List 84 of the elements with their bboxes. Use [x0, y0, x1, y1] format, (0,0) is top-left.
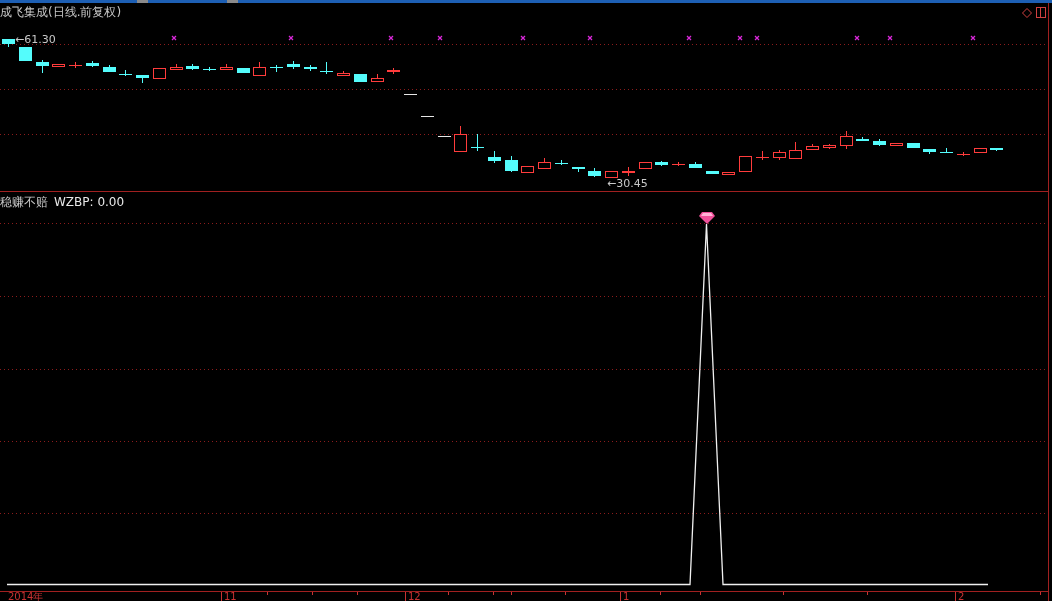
time-axis-label: 2014年: [8, 592, 44, 601]
x-marker-icon: [686, 35, 692, 41]
candlestick: [773, 149, 786, 161]
candlestick: [605, 171, 618, 178]
x-marker-icon: [970, 35, 976, 41]
candlestick: [588, 167, 601, 178]
candlestick: [454, 125, 467, 152]
candlestick: [789, 141, 802, 159]
candlestick: [706, 171, 719, 174]
time-axis-label: 1: [623, 592, 630, 601]
candlestick: [655, 160, 668, 167]
candlestick: [990, 148, 1003, 152]
gem-icon: [699, 212, 715, 224]
candlestick: [354, 74, 367, 82]
high-price-label: ←61.30: [15, 34, 56, 46]
candlestick: [521, 166, 534, 173]
candlestick: [287, 60, 300, 70]
low-price-label: ←30.45: [607, 178, 648, 190]
candlestick: [940, 147, 953, 153]
candlestick: [488, 150, 501, 164]
x-marker-icon: [754, 35, 760, 41]
x-marker-icon: [587, 35, 593, 41]
candlestick: [873, 138, 886, 147]
candlestick: [840, 130, 853, 150]
candlestick: [220, 63, 233, 70]
indicator-name: 稳赚不赔: [0, 195, 48, 209]
candlestick: [371, 73, 384, 82]
candlestick: [856, 136, 869, 141]
candlestick: [270, 64, 283, 73]
candlestick: [86, 60, 99, 68]
candlestick: [437, 136, 452, 137]
candlestick: [337, 70, 350, 76]
candlestick: [186, 63, 199, 71]
candlestick: [403, 94, 418, 95]
candlestick: [923, 149, 936, 155]
candlestick: [957, 151, 970, 157]
candlestick: [622, 166, 635, 177]
time-axis-label: 12: [408, 592, 421, 601]
candlestick: [471, 133, 484, 152]
candlestick: [119, 69, 132, 77]
panel-layout-icon[interactable]: [1036, 7, 1046, 18]
candlestick: [756, 150, 769, 161]
candlestick: [907, 143, 920, 148]
candlestick: [420, 116, 435, 117]
candlestick: [170, 63, 183, 70]
x-marker-icon: [388, 35, 394, 41]
candlestick: [572, 167, 585, 173]
candlestick: [69, 61, 82, 69]
chart-title: 成飞集成(日线.前复权): [0, 5, 122, 19]
candlestick: [505, 155, 518, 173]
candlestick: [387, 67, 400, 75]
candlestick: [689, 161, 702, 168]
candlestick: [52, 64, 65, 67]
candlestick: [555, 159, 568, 166]
candlestick: [237, 68, 250, 73]
candlestick: [136, 75, 149, 84]
candlestick: [153, 68, 166, 79]
candlestick: [823, 143, 836, 150]
candlestick: [304, 64, 317, 72]
candlestick: [806, 143, 819, 150]
candlestick: [890, 143, 903, 146]
candlestick: [974, 148, 987, 153]
candlestick: [672, 161, 685, 167]
candlestick: [722, 172, 735, 175]
candlestick: [739, 156, 752, 172]
candlestick: [203, 66, 216, 72]
candlestick: [253, 61, 266, 76]
candlestick: [538, 157, 551, 169]
x-marker-icon: [288, 35, 294, 41]
candlestick: [639, 162, 652, 169]
candlestick: [2, 39, 15, 48]
candlestick: [19, 47, 32, 61]
x-marker-icon: [887, 35, 893, 41]
x-marker-icon: [737, 35, 743, 41]
candlestick: [103, 64, 116, 72]
x-marker-icon: [171, 35, 177, 41]
indicator-value: WZBP: 0.00: [54, 195, 125, 209]
candlestick: [36, 59, 49, 74]
time-axis-label: 2: [958, 592, 965, 601]
x-marker-icon: [854, 35, 860, 41]
time-axis-label: 11: [224, 592, 237, 601]
x-marker-icon: [437, 35, 443, 41]
x-marker-icon: [520, 35, 526, 41]
candlestick: [320, 61, 333, 75]
